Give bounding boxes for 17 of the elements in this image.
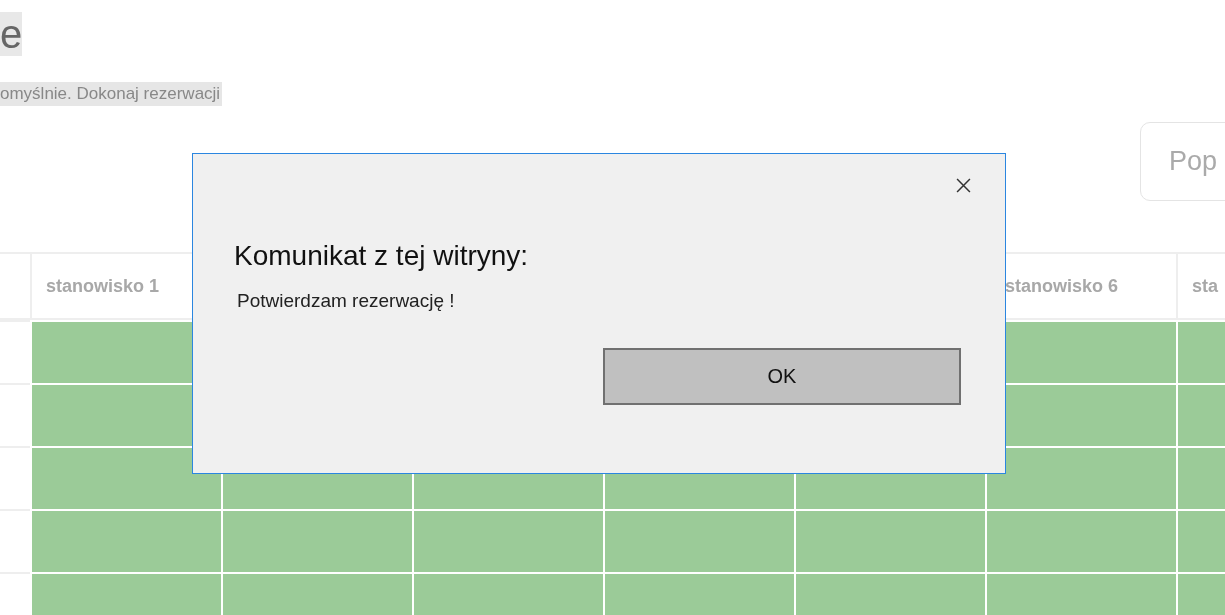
ok-button[interactable]: OK	[603, 348, 961, 405]
page-subtitle: omyślnie. Dokonaj rezerwacji	[0, 82, 223, 106]
close-icon[interactable]	[956, 178, 971, 193]
dialog-message: Potwierdzam rezerwację !	[237, 290, 456, 312]
slot-cell[interactable]	[985, 509, 1176, 572]
slot-cell[interactable]	[412, 509, 603, 572]
slot-cell[interactable]	[603, 509, 794, 572]
slot-cell[interactable]	[30, 446, 221, 509]
column-header: stanowisko 1	[46, 275, 160, 297]
slot-cell[interactable]	[794, 509, 985, 572]
dialog-title: Komunikat z tej witryny:	[234, 240, 530, 272]
slot-cell[interactable]	[221, 509, 412, 572]
slot-cell[interactable]	[985, 446, 1176, 509]
column-header: sta	[1192, 275, 1218, 297]
page-title: e	[0, 12, 23, 56]
column-header: stanowisko 6	[1005, 275, 1119, 297]
slot-cell[interactable]	[30, 509, 221, 572]
